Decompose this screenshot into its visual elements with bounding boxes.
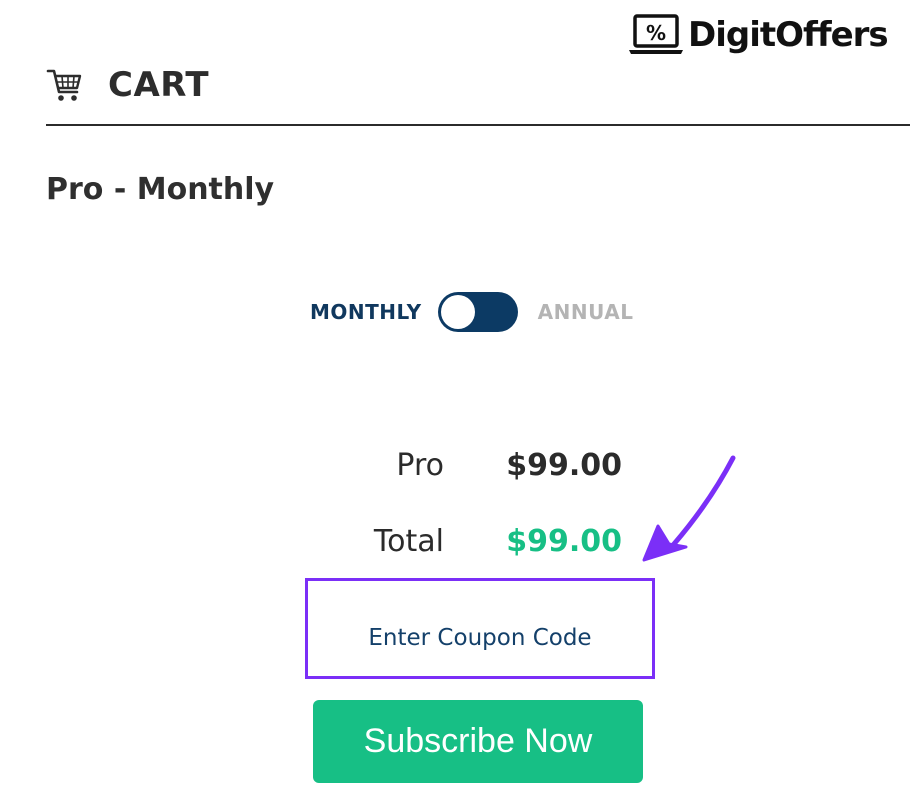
arrow-pointer-icon: [640, 452, 740, 568]
switch-knob: [440, 295, 475, 329]
header-divider: [46, 124, 910, 126]
coupon-code-input[interactable]: [308, 581, 652, 676]
total-label: Total: [373, 524, 444, 559]
brand-name: DigitOffers: [688, 15, 889, 55]
cart-header: CART: [46, 60, 209, 110]
billing-switch[interactable]: [437, 292, 518, 332]
svg-text:%: %: [646, 21, 666, 45]
total-row: Total $99.00: [300, 520, 622, 564]
billing-period-toggle: MONTHLY ANNUAL: [310, 292, 633, 332]
line-item-label: Pro: [396, 448, 444, 483]
percent-laptop-icon: %: [628, 12, 684, 58]
brand-logo: % DigitOffers: [628, 12, 889, 58]
line-item-row: Pro $99.00: [300, 444, 622, 488]
shopping-cart-icon: [46, 65, 82, 105]
subscribe-now-button[interactable]: Subscribe Now: [313, 700, 643, 783]
line-item-price: $99.00: [506, 448, 622, 483]
plan-name: Pro - Monthly: [46, 172, 275, 207]
coupon-field-highlight: [305, 578, 655, 679]
total-price: $99.00: [506, 524, 622, 559]
toggle-label-monthly[interactable]: MONTHLY: [310, 300, 422, 324]
cart-title: CART: [108, 65, 210, 105]
toggle-label-annual[interactable]: ANNUAL: [538, 300, 634, 324]
